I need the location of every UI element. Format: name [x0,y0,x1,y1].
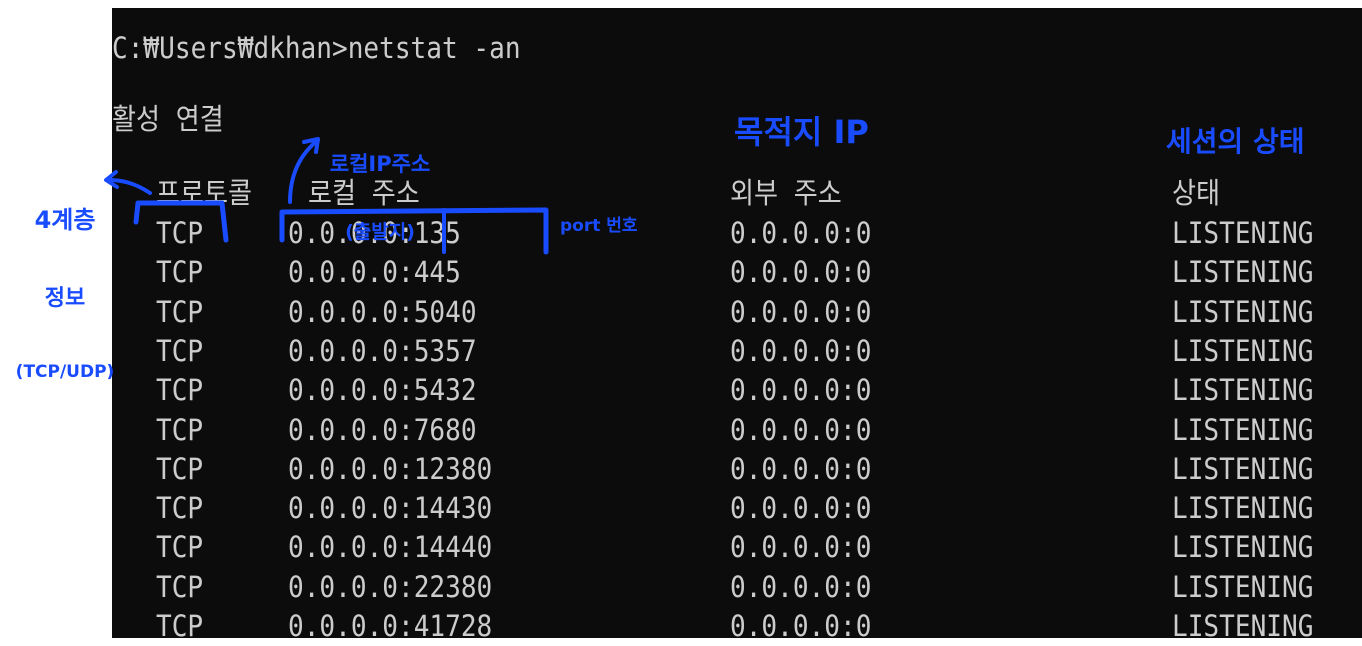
table-row: TCP 0.0.0.0:7680 0.0.0.0:0 LISTENING [112,411,1362,450]
cell-state: LISTENING [1172,530,1314,565]
cell-protocol: TCP [156,451,204,486]
cell-foreign-address: 0.0.0.0:0 [730,491,872,526]
header-protocol: 프로토콜 [156,176,253,210]
annotation-layer4-line1: 4계층 [34,206,96,234]
header-state: 상태 [1172,176,1221,210]
cell-state: LISTENING [1172,609,1314,638]
cell-state: LISTENING [1172,451,1314,486]
annotation-layer4: 4계층 정보 (TCP/UDP) [10,160,120,429]
cell-foreign-address: 0.0.0.0:0 [730,530,872,565]
annotation-local-ip: 로컬IP주소 (출발지) [310,112,450,284]
cell-protocol: TCP [156,412,204,447]
cell-foreign-address: 0.0.0.0:0 [730,373,872,408]
cell-protocol: TCP [156,294,204,329]
cell-protocol: TCP [156,255,204,290]
annotation-local-ip-line2: (출발지) [345,221,415,243]
cell-protocol: TCP [156,569,204,604]
cell-state: LISTENING [1172,255,1314,290]
table-row: TCP 0.0.0.0:22380 0.0.0.0:0 LISTENING [112,568,1362,607]
cell-local-address: 0.0.0.0:41728 [288,609,493,638]
cell-state: LISTENING [1172,333,1314,368]
cell-local-address: 0.0.0.0:14430 [288,491,493,526]
cell-foreign-address: 0.0.0.0:0 [730,333,872,368]
command-line: C:₩Users₩dkhan>netstat -an [112,31,521,65]
table-row: TCP 0.0.0.0:5432 0.0.0.0:0 LISTENING [112,371,1362,410]
cell-local-address: 0.0.0.0:22380 [288,569,493,604]
cell-state: LISTENING [1172,373,1314,408]
screenshot-stage: C:₩Users₩dkhan>netstat -an 활성 연결 프로토콜 로컬… [0,0,1362,646]
cell-foreign-address: 0.0.0.0:0 [730,569,872,604]
table-row: TCP 0.0.0.0:14440 0.0.0.0:0 LISTENING [112,528,1362,567]
cell-protocol: TCP [156,609,204,638]
cell-local-address: 0.0.0.0:12380 [288,451,493,486]
cell-state: LISTENING [1172,412,1314,447]
cell-state: LISTENING [1172,294,1314,329]
table-row: TCP 0.0.0.0:14430 0.0.0.0:0 LISTENING [112,489,1362,528]
table-row: TCP 0.0.0.0:41728 0.0.0.0:0 LISTENING [112,607,1362,638]
table-row: TCP 0.0.0.0:445 0.0.0.0:0 LISTENING [112,253,1362,292]
section-title: 활성 연결 [112,102,224,136]
annotation-session-state: 세션의 상태 [1166,125,1305,158]
table-row: TCP 0.0.0.0:5040 0.0.0.0:0 LISTENING [112,293,1362,332]
cell-local-address: 0.0.0.0:7680 [288,412,477,447]
header-foreign-address: 외부 주소 [730,176,842,210]
annotation-dest-ip: 목적지 IP [734,113,869,151]
table-row: TCP 0.0.0.0:135 0.0.0.0:0 LISTENING [112,214,1362,253]
cell-state: LISTENING [1172,491,1314,526]
cell-protocol: TCP [156,373,204,408]
cell-foreign-address: 0.0.0.0:0 [730,609,872,638]
cell-local-address: 0.0.0.0:14440 [288,530,493,565]
cell-protocol: TCP [156,216,204,250]
cell-foreign-address: 0.0.0.0:0 [730,294,872,329]
annotation-layer4-line3: (TCP/UDP) [15,362,115,382]
cell-foreign-address: 0.0.0.0:0 [730,412,872,447]
column-header-row: 프로토콜 로컬 주소 외부 주소 상태 [112,174,1362,213]
cell-protocol: TCP [156,333,204,368]
cell-state: LISTENING [1172,216,1314,250]
cell-local-address: 0.0.0.0:5432 [288,373,477,408]
annotation-port: port 번호 [560,216,638,236]
cell-foreign-address: 0.0.0.0:0 [730,255,872,290]
cell-protocol: TCP [156,491,204,526]
cell-foreign-address: 0.0.0.0:0 [730,451,872,486]
cell-protocol: TCP [156,530,204,565]
cell-local-address: 0.0.0.0:5040 [288,294,477,329]
cell-foreign-address: 0.0.0.0:0 [730,216,872,250]
annotation-layer4-line2: 정보 [44,286,86,311]
cell-state: LISTENING [1172,569,1314,604]
table-row: TCP 0.0.0.0:12380 0.0.0.0:0 LISTENING [112,450,1362,489]
terminal-window[interactable]: C:₩Users₩dkhan>netstat -an 활성 연결 프로토콜 로컬… [112,8,1362,638]
table-row: TCP 0.0.0.0:5357 0.0.0.0:0 LISTENING [112,332,1362,371]
annotation-local-ip-line1: 로컬IP주소 [329,152,431,176]
cell-local-address: 0.0.0.0:5357 [288,333,477,368]
